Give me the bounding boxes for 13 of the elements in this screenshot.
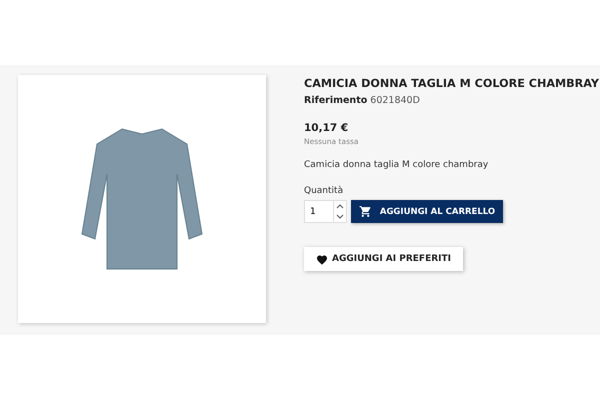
quantity-field[interactable]: 1: [304, 200, 334, 223]
quantity-label: Quantità: [304, 186, 344, 196]
reference-label: Riferimento: [304, 95, 368, 106]
reference-number: 6021840D: [370, 95, 420, 106]
heart-icon: [316, 254, 328, 264]
chevron-down-icon[interactable]: [336, 214, 344, 220]
chevron-up-icon[interactable]: [336, 204, 344, 209]
cart-icon: [358, 205, 372, 218]
wishlist-button[interactable]: AGGIUNGI AI PREFERITI: [304, 247, 463, 271]
product-description: Camicia donna taglia M colore chambray: [304, 160, 488, 170]
product-title: CAMICIA DONNA TAGLIA M COLORE CHAMBRAY: [304, 77, 599, 90]
add-to-cart-button[interactable]: AGGIUNGI AL CARRELLO: [351, 200, 503, 223]
price: 10,17 €: [304, 122, 348, 134]
